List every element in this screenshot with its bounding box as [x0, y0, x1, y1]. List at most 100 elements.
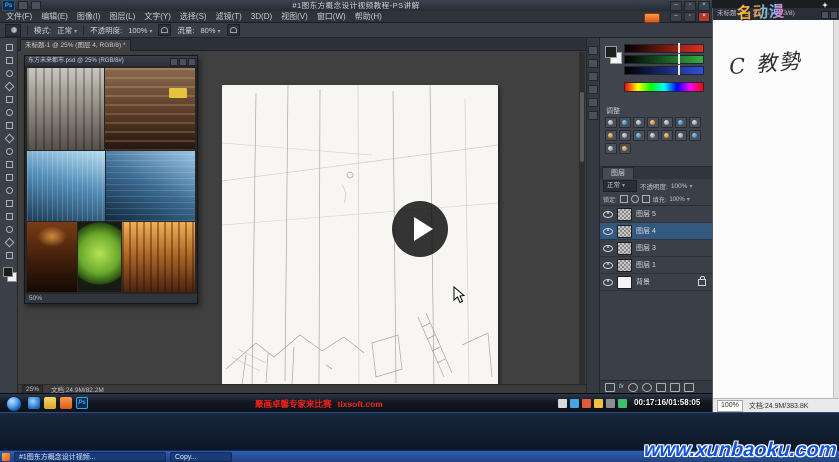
video-frame[interactable]: Ps #1图东方概念设计视频教程-PS讲解 文件(F) 编辑(E) 图像(I) …	[0, 0, 839, 412]
maximize-icon[interactable]	[684, 1, 696, 11]
ref-maximize-icon[interactable]	[179, 58, 187, 66]
menu-layer[interactable]: 图层(L)	[109, 11, 135, 22]
media-player-icon[interactable]	[60, 397, 72, 409]
adjustment-icon[interactable]	[605, 143, 617, 154]
adjustment-icon[interactable]	[619, 117, 631, 128]
layer-visibility-icon[interactable]	[603, 211, 613, 218]
layer-thumbnail[interactable]	[617, 276, 632, 289]
panel-icon[interactable]	[588, 111, 598, 120]
color-spectrum-bar[interactable]	[624, 82, 704, 92]
layer-visibility-icon[interactable]	[603, 262, 613, 269]
tray-icon[interactable]	[606, 399, 615, 408]
flow-dropdown[interactable]: 80%	[201, 26, 221, 35]
foreground-color-swatch[interactable]	[605, 46, 617, 58]
layer-visibility-icon[interactable]	[603, 279, 613, 286]
adjustment-icon[interactable]	[689, 130, 701, 141]
taskbar-ad-text[interactable]: 聚画卓馨专家来比赛tlxsoft.com	[255, 398, 383, 410]
stamp-tool-icon[interactable]	[2, 146, 16, 157]
adjustment-icon[interactable]	[633, 117, 645, 128]
layer-thumbnail[interactable]	[617, 259, 632, 272]
taskbar-task[interactable]: #1图东方概念设计视频...	[14, 452, 166, 462]
marquee-tool-icon[interactable]	[2, 55, 16, 66]
play-button[interactable]	[392, 201, 448, 257]
adjustment-icon[interactable]	[675, 117, 687, 128]
doc-minimize-icon[interactable]	[670, 12, 682, 22]
start-button[interactable]	[6, 396, 22, 412]
layer-mask-icon[interactable]	[628, 383, 638, 392]
adjustment-icon[interactable]	[661, 130, 673, 141]
lock-all-icon[interactable]	[642, 195, 650, 203]
fill-value[interactable]: 100%	[669, 196, 689, 203]
photoshop-taskbar-icon[interactable]: Ps	[76, 397, 88, 409]
rd-zoom-input[interactable]: 100%	[717, 400, 743, 412]
brush-preset-picker[interactable]	[5, 24, 21, 37]
delete-layer-icon[interactable]	[684, 383, 694, 392]
taskbar-task[interactable]: Copy...	[170, 452, 232, 462]
panel-icon[interactable]	[588, 98, 598, 107]
menu-type[interactable]: 文字(Y)	[144, 11, 171, 22]
shape-tool-icon[interactable]	[2, 224, 16, 235]
rd-scrollbar[interactable]	[833, 20, 839, 398]
ref-close-icon[interactable]	[188, 58, 196, 66]
opacity-dropdown[interactable]: 100%	[128, 26, 152, 35]
adjustment-icon[interactable]	[647, 130, 659, 141]
eraser-tool-icon[interactable]	[2, 159, 16, 170]
app-bar-icon[interactable]	[18, 1, 28, 10]
panel-icon[interactable]	[588, 59, 598, 68]
menu-3d[interactable]: 3D(D)	[251, 12, 272, 21]
tab-layers[interactable]: 图层	[602, 167, 634, 179]
layer-opacity-value[interactable]: 100%	[671, 183, 693, 190]
layer-row-background[interactable]: 背景	[600, 274, 712, 291]
wand-tool-icon[interactable]	[2, 81, 16, 92]
panel-icon[interactable]	[588, 72, 598, 81]
document-tab[interactable]: 未标题-1 @ 25% (图层 4, RGB/8) *	[20, 39, 131, 51]
heal-tool-icon[interactable]	[2, 120, 16, 131]
text-tool-icon[interactable]	[2, 211, 16, 222]
folder-icon[interactable]	[44, 397, 56, 409]
menu-image[interactable]: 图像(I)	[77, 11, 101, 22]
menu-window[interactable]: 窗口(W)	[317, 11, 346, 22]
menu-file[interactable]: 文件(F)	[6, 11, 32, 22]
adjustment-icon[interactable]	[689, 117, 701, 128]
tray-icon[interactable]	[594, 399, 603, 408]
tray-icon[interactable]	[558, 399, 567, 408]
ref-minimize-icon[interactable]	[170, 58, 178, 66]
blue-slider[interactable]	[624, 66, 704, 75]
zoom-tool-icon[interactable]	[2, 250, 16, 261]
panel-icon[interactable]	[588, 85, 598, 94]
doc-close-icon[interactable]	[698, 12, 710, 22]
crop-tool-icon[interactable]	[2, 94, 16, 105]
panel-icon[interactable]	[588, 46, 598, 55]
blend-mode-dropdown[interactable]: 正常	[57, 25, 77, 36]
move-tool-icon[interactable]	[2, 42, 16, 53]
eyedropper-tool-icon[interactable]	[2, 107, 16, 118]
hand-tool-icon[interactable]	[2, 237, 16, 248]
layer-thumbnail[interactable]	[617, 242, 632, 255]
rd-close-icon[interactable]	[830, 11, 838, 19]
new-layer-icon[interactable]	[670, 383, 680, 392]
color-swatches[interactable]	[2, 267, 16, 281]
layer-visibility-icon[interactable]	[603, 245, 613, 252]
lock-pixels-icon[interactable]	[631, 195, 639, 203]
adjustment-icon[interactable]	[675, 130, 687, 141]
workspace-icon[interactable]	[644, 13, 660, 23]
minimize-icon[interactable]	[670, 1, 682, 11]
ie-icon[interactable]	[28, 397, 40, 409]
close-icon[interactable]	[698, 1, 710, 11]
tray-icon[interactable]	[582, 399, 591, 408]
lasso-tool-icon[interactable]	[2, 68, 16, 79]
link-layers-icon[interactable]	[605, 383, 615, 392]
dodge-tool-icon[interactable]	[2, 185, 16, 196]
adjustment-layer-icon[interactable]	[642, 383, 652, 392]
adjustment-icon[interactable]	[605, 130, 617, 141]
adjustment-icon[interactable]	[619, 143, 631, 154]
app-bar-icon[interactable]	[31, 1, 41, 10]
menu-help[interactable]: 帮助(H)	[355, 11, 382, 22]
tray-icon[interactable]	[618, 399, 627, 408]
green-slider[interactable]	[624, 55, 704, 64]
lock-transparency-icon[interactable]	[620, 195, 628, 203]
main-canvas[interactable]	[222, 85, 498, 385]
adjustment-icon[interactable]	[647, 117, 659, 128]
reference-window[interactable]: 东方未来都市.psd @ 25% (RGB/8#)	[24, 55, 198, 304]
layer-row[interactable]: 图层 3	[600, 240, 712, 257]
